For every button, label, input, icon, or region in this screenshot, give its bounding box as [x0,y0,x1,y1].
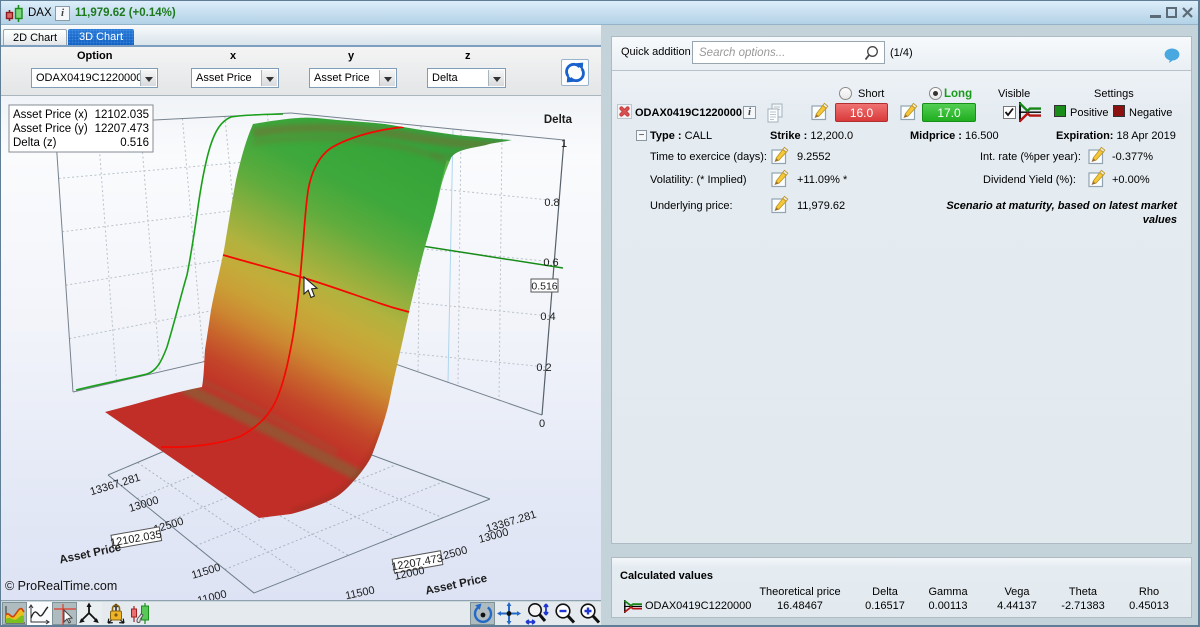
svg-text:12102.035: 12102.035 [95,109,149,121]
svg-text:Delta (z): Delta (z) [13,137,57,149]
svg-text:0.2: 0.2 [536,362,551,374]
svg-text:0.516: 0.516 [120,137,149,149]
svg-text:0: 0 [539,418,545,430]
svg-text:Asset Price (y): Asset Price (y) [13,123,88,135]
svg-text:0.6: 0.6 [543,257,558,269]
svg-text:0.4: 0.4 [540,311,555,323]
svg-text:0.516: 0.516 [531,281,557,293]
svg-text:Delta: Delta [544,114,573,126]
svg-text:12207.473: 12207.473 [95,123,149,135]
svg-text:Asset Price (x): Asset Price (x) [13,109,88,121]
svg-text:0.8: 0.8 [544,197,559,209]
svg-text:© ProRealTime.com: © ProRealTime.com [5,579,117,593]
svg-text:1: 1 [561,138,567,150]
